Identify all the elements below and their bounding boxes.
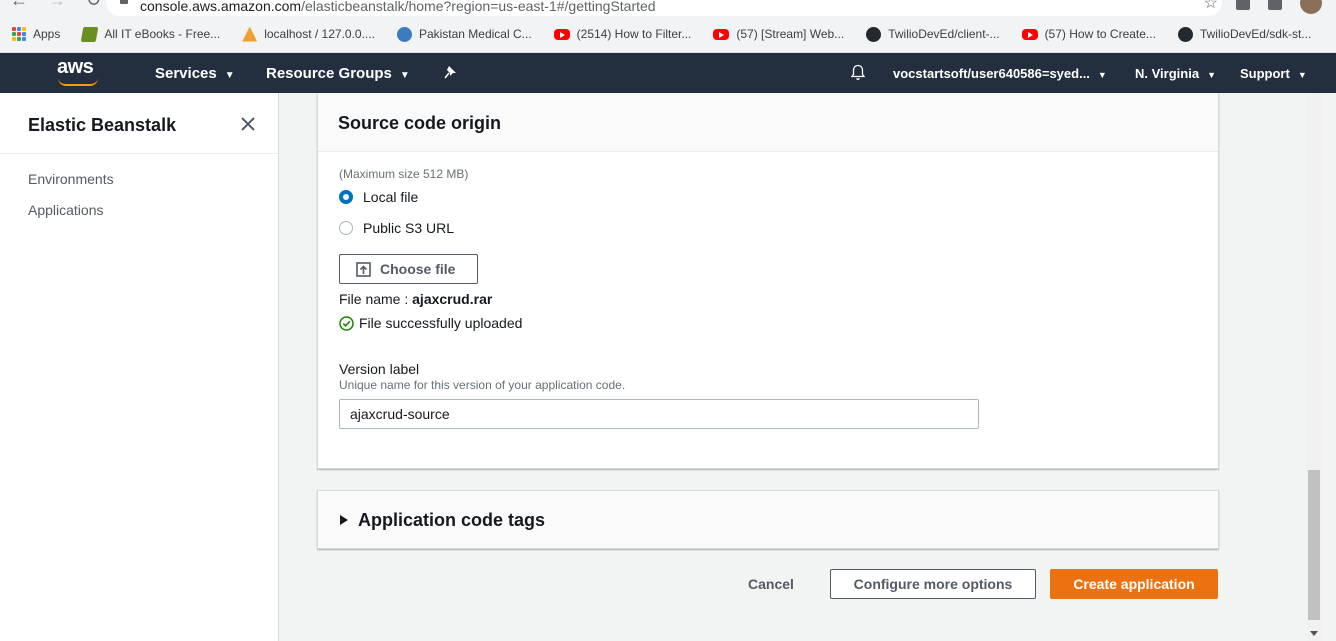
browser-nav: ← → ↻ xyxy=(10,0,101,11)
resource-groups-menu[interactable]: Resource Groups ▼ xyxy=(266,65,410,82)
version-label-description: Unique name for this version of your app… xyxy=(339,378,626,392)
address-bar[interactable]: console.aws.amazon.com/elasticbeanstalk/… xyxy=(106,0,1222,16)
account-label: vocstartsoft/user640586=syed... xyxy=(893,66,1090,81)
sidebar-divider xyxy=(0,153,278,154)
bookmark-pakistan-medical[interactable]: Pakistan Medical C... xyxy=(396,26,532,42)
book-icon xyxy=(81,26,99,42)
side-navigation: Elastic Beanstalk Environments Applicati… xyxy=(0,93,279,641)
sidebar-title: Elastic Beanstalk xyxy=(28,115,177,135)
sidebar-item-environments[interactable]: Environments xyxy=(28,171,114,187)
services-menu[interactable]: Services ▼ xyxy=(155,65,235,82)
phpmyadmin-icon xyxy=(242,26,258,42)
resource-groups-label: Resource Groups xyxy=(266,65,392,82)
max-size-hint: (Maximum size 512 MB) xyxy=(339,167,469,181)
url-host: console.aws.amazon.com xyxy=(140,0,302,14)
upload-icon xyxy=(356,262,371,277)
lock-icon xyxy=(120,0,128,4)
bookmark-all-it-ebooks[interactable]: All IT eBooks - Free... xyxy=(81,26,221,42)
bookmark-star-icon[interactable]: ☆ xyxy=(1204,0,1218,13)
aws-top-nav: aws Services ▼ Resource Groups ▼ vocstarts… xyxy=(0,53,1336,93)
chevron-down-icon: ▼ xyxy=(399,70,410,81)
region-label: N. Virginia xyxy=(1135,66,1200,81)
media-queue-icon[interactable] xyxy=(1268,0,1282,10)
back-arrow-icon[interactable]: ← xyxy=(10,0,28,11)
bookmark-label: Pakistan Medical C... xyxy=(418,27,532,41)
upload-status-text: File successfully uploaded xyxy=(359,315,523,331)
aws-smile-logo-mark xyxy=(58,78,98,86)
expand-caret-icon[interactable] xyxy=(340,515,348,525)
bookmark-label: localhost / 127.0.0.... xyxy=(264,27,375,41)
bell-icon[interactable] xyxy=(850,64,866,81)
tags-panel-title[interactable]: Application code tags xyxy=(358,510,545,531)
youtube-icon xyxy=(713,28,730,40)
profile-avatar[interactable] xyxy=(1300,0,1322,14)
bookmark-localhost[interactable]: localhost / 127.0.0.... xyxy=(242,26,375,42)
version-label-input[interactable] xyxy=(339,399,979,429)
radio-label: Public S3 URL xyxy=(363,220,455,236)
choose-file-button[interactable]: Choose file xyxy=(339,254,478,284)
cancel-button[interactable]: Cancel xyxy=(729,569,813,599)
radio-local-file[interactable]: Local file xyxy=(339,189,418,205)
chevron-down-icon: ▼ xyxy=(1207,70,1216,80)
chevron-down-icon: ▼ xyxy=(1297,70,1307,80)
browser-toolbar-right: ☆ xyxy=(1204,0,1322,14)
aws-logo[interactable]: aws xyxy=(57,56,94,79)
configure-more-options-button[interactable]: Configure more options xyxy=(830,569,1036,599)
reload-icon[interactable]: ↻ xyxy=(86,0,101,11)
radio-button-selected[interactable] xyxy=(339,190,353,204)
radio-public-s3-url[interactable]: Public S3 URL xyxy=(339,220,454,236)
support-label: Support xyxy=(1240,66,1290,81)
bookmark-label: TwilioDevEd/client-... xyxy=(888,27,1000,41)
bookmark-label: (57) How to Create... xyxy=(1044,27,1156,41)
forward-arrow-icon[interactable]: → xyxy=(48,0,66,11)
youtube-icon xyxy=(553,28,570,40)
file-name-value: ajaxcrud.rar xyxy=(412,291,493,307)
services-label: Services xyxy=(155,65,217,82)
bookmark-github-sdk[interactable]: TwilioDevEd/sdk-st... xyxy=(1177,26,1312,42)
bookmark-apps[interactable]: Apps xyxy=(12,27,60,41)
file-name-row: File name : ajaxcrud.rar xyxy=(339,291,492,307)
support-menu[interactable]: Support ▼ xyxy=(1240,66,1307,81)
bookmark-label: TwilioDevEd/sdk-st... xyxy=(1199,27,1312,41)
success-check-icon xyxy=(339,315,354,331)
github-icon xyxy=(866,26,882,42)
create-application-button[interactable]: Create application xyxy=(1050,569,1218,599)
chevron-down-icon: ▼ xyxy=(1097,70,1107,80)
account-menu[interactable]: vocstartsoft/user640586=syed... ▼ xyxy=(893,66,1107,81)
extensions-puzzle-icon[interactable] xyxy=(1236,0,1250,10)
github-icon xyxy=(1177,26,1193,42)
choose-file-label: Choose file xyxy=(380,261,456,277)
radio-button[interactable] xyxy=(339,221,353,235)
radio-label: Local file xyxy=(363,189,419,205)
panel-title: Source code origin xyxy=(338,113,502,133)
application-code-tags-panel[interactable]: Application code tags xyxy=(317,490,1219,549)
scroll-down-arrow-icon[interactable] xyxy=(1310,631,1318,636)
browser-chrome: ← → ↻ console.aws.amazon.com/elasticbean… xyxy=(0,0,1336,53)
close-icon[interactable] xyxy=(239,115,257,133)
bookmark-label: All IT eBooks - Free... xyxy=(104,27,221,41)
version-label-heading: Version label xyxy=(339,361,420,377)
pmc-icon xyxy=(396,26,412,42)
bookmark-label: Apps xyxy=(33,27,61,41)
sidebar-item-applications[interactable]: Applications xyxy=(28,202,104,218)
url-path: /elasticbeanstalk/home?region=us-east-1#… xyxy=(301,0,656,14)
bookmarks-bar: Apps All IT eBooks - Free... localhost /… xyxy=(12,24,1333,44)
apps-grid-icon xyxy=(12,27,26,41)
file-name-prefix: File name : xyxy=(339,291,409,307)
bookmark-youtube-filter[interactable]: (2514) How to Filter... xyxy=(553,27,692,41)
region-menu[interactable]: N. Virginia ▼ xyxy=(1135,66,1216,81)
bookmark-github-client[interactable]: TwilioDevEd/client-... xyxy=(866,26,1000,42)
upload-status: File successfully uploaded xyxy=(339,315,522,331)
source-code-origin-panel: Source code origin (Maximum size 512 MB)… xyxy=(317,93,1219,469)
bookmark-youtube-stream[interactable]: (57) [Stream] Web... xyxy=(713,27,844,41)
panel-header: Source code origin xyxy=(318,93,1218,152)
pin-icon[interactable] xyxy=(444,65,458,79)
chevron-down-icon: ▼ xyxy=(224,70,235,81)
page-scrollbar[interactable] xyxy=(1306,93,1322,641)
youtube-icon xyxy=(1021,28,1038,40)
scrollbar-thumb[interactable] xyxy=(1308,470,1320,620)
bookmark-label: (2514) How to Filter... xyxy=(576,27,692,41)
bookmark-label: (57) [Stream] Web... xyxy=(736,27,845,41)
bookmark-youtube-create[interactable]: (57) How to Create... xyxy=(1021,27,1156,41)
